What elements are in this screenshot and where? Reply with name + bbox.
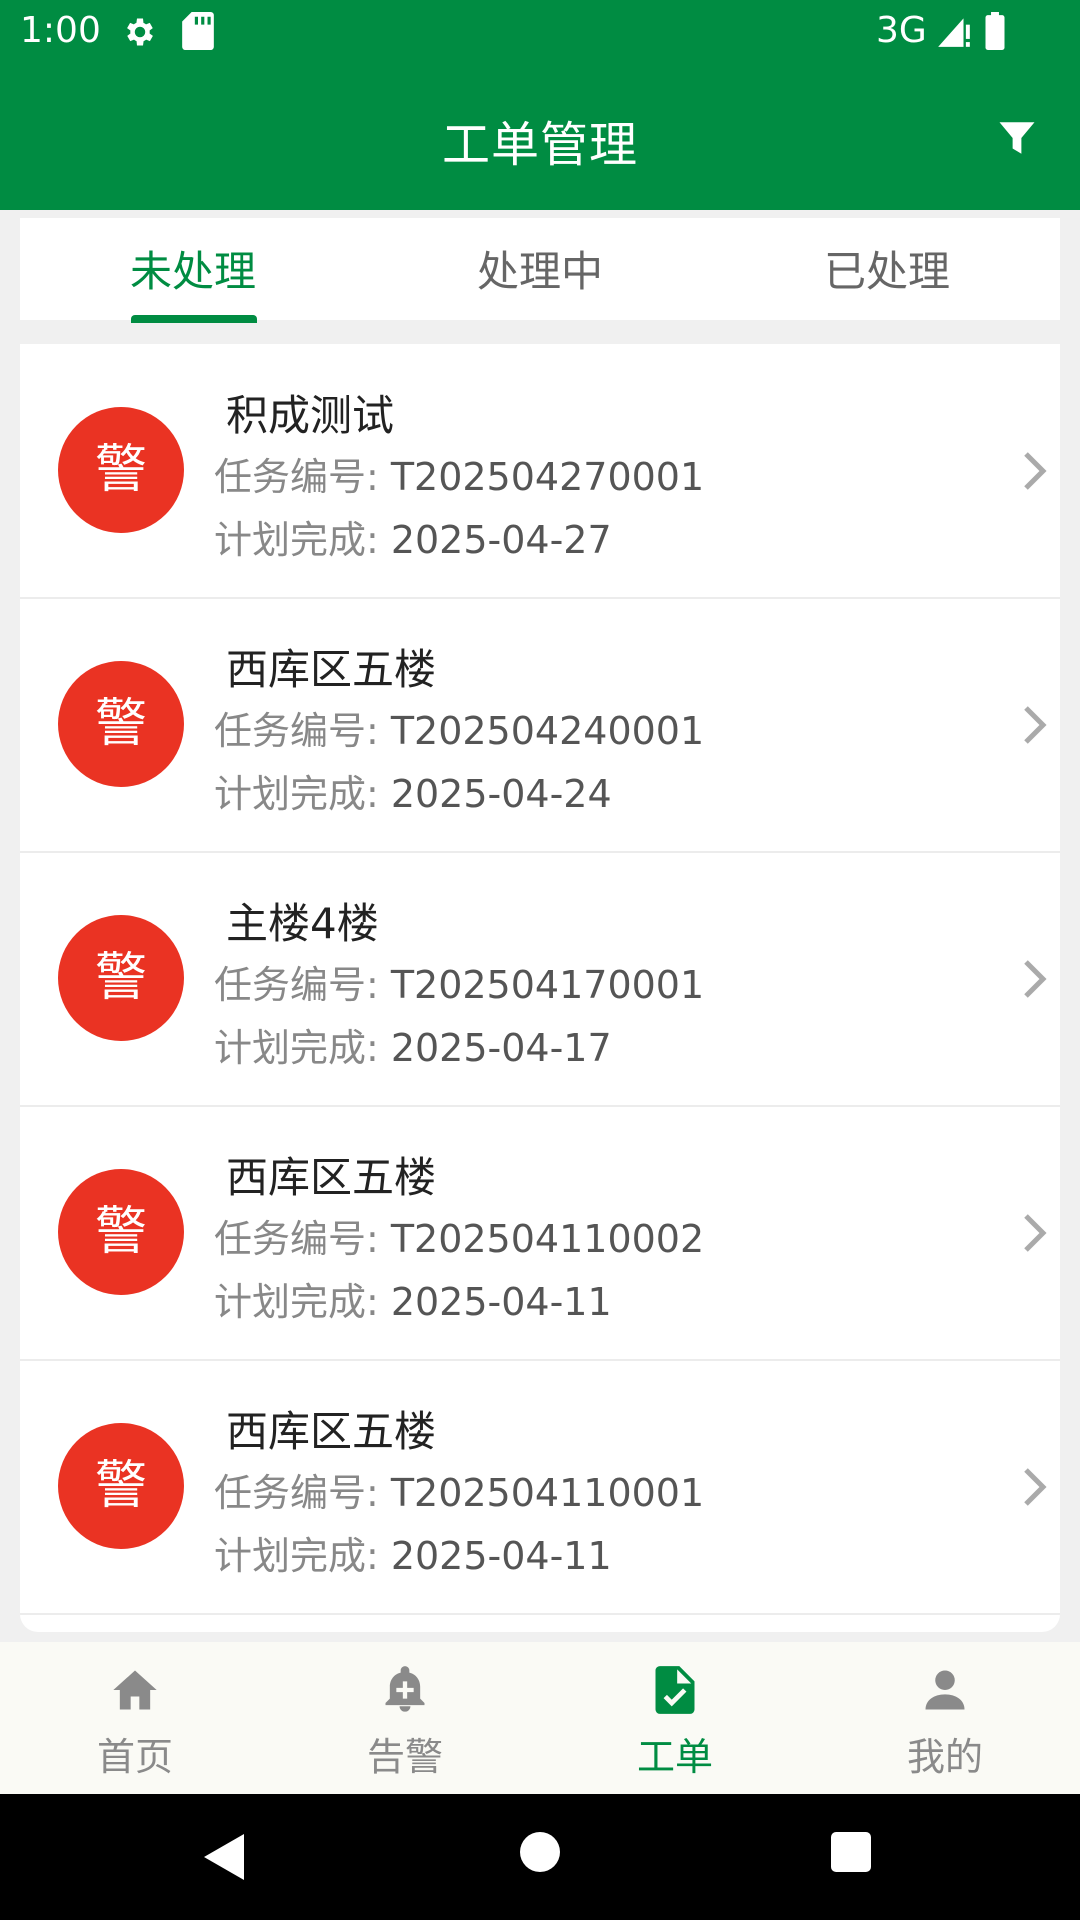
- plan-date-row: 计划完成: 2025-04-24: [214, 763, 612, 818]
- work-order-icon: [655, 1666, 695, 1714]
- plan-date-label: 计划完成:: [214, 772, 379, 816]
- task-number-row: 任务编号: T202504110002: [214, 1208, 704, 1263]
- task-number-label: 任务编号:: [214, 1471, 379, 1515]
- status-tabs: 未处理 处理中 已处理: [20, 218, 1060, 323]
- page-title: 工单管理: [441, 117, 638, 173]
- task-number-row: 任务编号: T202504170001: [214, 954, 704, 1009]
- network-type: 3G: [876, 10, 927, 51]
- plan-date-value: 2025-04-11: [390, 1280, 612, 1324]
- plan-date-row: 计划完成: 2025-04-11: [214, 1525, 612, 1580]
- nav-label: 首页: [96, 1735, 173, 1779]
- work-order-item[interactable]: 警 西库区五楼 任务编号: T202504240001 计划完成: 2025-04-…: [20, 598, 1060, 853]
- nav-item-work-order[interactable]: 工单: [540, 1642, 810, 1794]
- home-button-icon[interactable]: [520, 1832, 560, 1872]
- back-icon[interactable]: [204, 1834, 244, 1880]
- work-order-title: 西库区五楼: [226, 1153, 437, 1202]
- alert-badge: 警: [58, 915, 184, 1041]
- task-number-row: 任务编号: T202504270001: [214, 446, 704, 501]
- nav-label: 工单: [636, 1735, 713, 1779]
- signal-icon: [938, 18, 970, 47]
- work-order-item[interactable]: 警 西库区五楼 任务编号: T202504110002 计划完成: 2025-04-…: [20, 1106, 1060, 1361]
- task-number-value: T202504270001: [390, 455, 705, 499]
- task-number-value: T202504110002: [390, 1217, 705, 1261]
- work-order-title: 西库区五楼: [226, 1407, 437, 1456]
- home-icon: [113, 1670, 157, 1710]
- plan-date-label: 计划完成:: [214, 1280, 379, 1324]
- nav-label: 告警: [366, 1735, 443, 1779]
- alert-badge: 警: [58, 1423, 184, 1549]
- chevron-right-icon: [1024, 960, 1047, 998]
- work-order-list: 警 积成测试 任务编号: T202504270001 计划完成: 2025-04-2…: [20, 344, 1060, 1632]
- tab-processed[interactable]: 已处理: [714, 218, 1060, 320]
- active-tab-indicator: [131, 315, 257, 323]
- work-order-item[interactable]: 警 积成测试 任务编号: T202504270001 计划完成: 2025-04-2…: [20, 344, 1060, 599]
- chevron-right-icon: [1024, 706, 1047, 744]
- plan-date-row: 计划完成: 2025-04-17: [214, 1017, 612, 1072]
- task-number-value: T202504110001: [390, 1471, 705, 1515]
- recent-apps-icon[interactable]: [831, 1832, 871, 1872]
- alert-badge: 警: [58, 661, 184, 787]
- task-number-label: 任务编号:: [214, 455, 379, 499]
- task-number-value: T202504240001: [390, 709, 705, 753]
- alert-badge: 警: [58, 407, 184, 533]
- work-order-item[interactable]: 警 主楼4楼 任务编号: T202504170001 计划完成: 2025-04-1…: [20, 852, 1060, 1107]
- chevron-right-icon: [1024, 1468, 1047, 1506]
- plan-date-label: 计划完成:: [214, 1026, 379, 1070]
- work-order-item[interactable]: 警 西库区五楼 任务编号: T202504110001 计划完成: 2025-04-…: [20, 1360, 1060, 1615]
- task-number-row: 任务编号: T202504240001: [214, 700, 704, 755]
- task-number-value: T202504170001: [390, 963, 705, 1007]
- task-number-label: 任务编号:: [214, 963, 379, 1007]
- nav-item-profile[interactable]: 我的: [810, 1642, 1080, 1794]
- sd-card-icon: [182, 12, 214, 50]
- plan-date-row: 计划完成: 2025-04-11: [214, 1271, 612, 1326]
- nav-label: 我的: [906, 1735, 983, 1779]
- plan-date-label: 计划完成:: [214, 1534, 379, 1578]
- system-navigation-bar: [0, 1794, 1080, 1920]
- task-number-row: 任务编号: T202504110001: [214, 1462, 704, 1517]
- task-number-label: 任务编号:: [214, 709, 379, 753]
- app-bar: 工单管理: [0, 63, 1080, 210]
- status-bar: 1:00 3G: [0, 0, 1080, 63]
- alarm-bell-icon: [385, 1666, 425, 1712]
- alert-badge: 警: [58, 1169, 184, 1295]
- plan-date-value: 2025-04-24: [390, 772, 612, 816]
- plan-date-value: 2025-04-17: [390, 1026, 612, 1070]
- plan-date-value: 2025-04-27: [390, 518, 612, 562]
- chevron-right-icon: [1024, 452, 1047, 490]
- nav-item-home[interactable]: 首页: [0, 1642, 270, 1794]
- bottom-navigation: 首页 告警 工单 我的: [0, 1642, 1080, 1794]
- tab-processing[interactable]: 处理中: [367, 218, 713, 320]
- chevron-right-icon: [1024, 1214, 1047, 1252]
- work-order-title: 西库区五楼: [226, 645, 437, 694]
- work-order-title: 主楼4楼: [226, 899, 379, 948]
- plan-date-label: 计划完成:: [214, 518, 379, 562]
- plan-date-value: 2025-04-11: [390, 1534, 612, 1578]
- work-order-title: 积成测试: [226, 391, 395, 440]
- nav-item-alarm[interactable]: 告警: [270, 1642, 540, 1794]
- status-time: 1:00: [20, 10, 101, 51]
- profile-icon: [925, 1670, 965, 1710]
- filter-icon[interactable]: [996, 117, 1038, 159]
- task-number-label: 任务编号:: [214, 1217, 379, 1261]
- gear-icon: [127, 18, 153, 46]
- tab-unprocessed[interactable]: 未处理: [20, 218, 366, 320]
- plan-date-row: 计划完成: 2025-04-27: [214, 509, 612, 564]
- battery-icon: [985, 12, 1005, 50]
